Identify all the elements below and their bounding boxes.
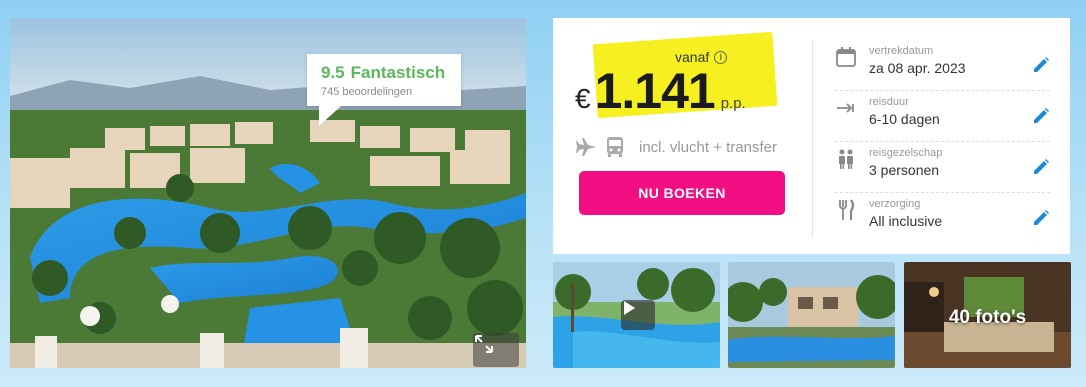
price-amount: 1.141	[594, 63, 716, 119]
edit-icon[interactable]	[1032, 107, 1050, 125]
edit-icon[interactable]	[1032, 209, 1050, 227]
detail-label: vertrekdatum	[869, 45, 934, 57]
rating-line: 9.5 Fantastisch	[321, 63, 449, 83]
rating-badge[interactable]: 9.5 Fantastisch 745 beoordelingen	[307, 54, 461, 126]
detail-value: 6-10 dagen	[869, 111, 940, 127]
duration-icon	[837, 103, 854, 113]
price-currency: €	[575, 83, 591, 114]
detail-row-travel-party[interactable]: reisgezelschap 3 personen	[835, 142, 1050, 193]
detail-row-board[interactable]: verzorging All inclusive	[835, 193, 1050, 244]
transport-info: incl. vlucht + transfer	[575, 136, 777, 158]
people-icon	[839, 149, 853, 169]
detail-row-departure[interactable]: vertrekdatum za 08 apr. 2023	[835, 40, 1050, 91]
plane-icon	[576, 138, 596, 156]
price-area: vanaf i € 1.141 p.p. incl. vlucht + tran…	[553, 18, 811, 254]
photo-thumbnail[interactable]	[728, 262, 895, 368]
booking-card: vanaf i € 1.141 p.p. incl. vlucht + tran…	[553, 18, 1070, 254]
detail-label: reisduur	[869, 96, 909, 108]
transport-text: incl. vlucht + transfer	[639, 138, 777, 156]
rating-score: 9.5	[321, 63, 345, 82]
hotel-main-photo[interactable]: 9.5 Fantastisch 745 beoordelingen	[10, 18, 526, 368]
expand-photo-button[interactable]	[473, 333, 519, 367]
detail-label: reisgezelschap	[869, 147, 943, 159]
detail-value: All inclusive	[869, 213, 943, 229]
play-icon[interactable]	[621, 300, 655, 330]
photo-count: 40 foto's	[948, 307, 1027, 328]
price-row: € 1.141 p.p.	[575, 62, 746, 120]
price-suffix: p.p.	[720, 95, 746, 112]
calendar-icon	[836, 47, 856, 67]
trip-details: vertrekdatum za 08 apr. 2023 reisduur 6-…	[835, 40, 1050, 244]
photo-gallery-thumbnail[interactable]: 40 foto's	[904, 262, 1071, 368]
card-divider	[812, 40, 813, 238]
detail-row-duration[interactable]: reisduur 6-10 dagen	[835, 91, 1050, 142]
rating-label: Fantastisch	[350, 63, 446, 82]
detail-label: verzorging	[869, 198, 921, 210]
expand-icon	[475, 335, 493, 353]
bus-icon	[607, 137, 623, 157]
book-now-button[interactable]: NU BOEKEN	[579, 171, 785, 215]
video-thumbnail[interactable]	[553, 262, 720, 368]
detail-value: 3 personen	[869, 162, 940, 178]
detail-value: za 08 apr. 2023	[869, 60, 966, 76]
edit-icon[interactable]	[1032, 56, 1050, 74]
cutlery-icon	[839, 199, 855, 220]
review-count: 745 beoordelingen	[321, 86, 413, 98]
edit-icon[interactable]	[1032, 158, 1050, 176]
